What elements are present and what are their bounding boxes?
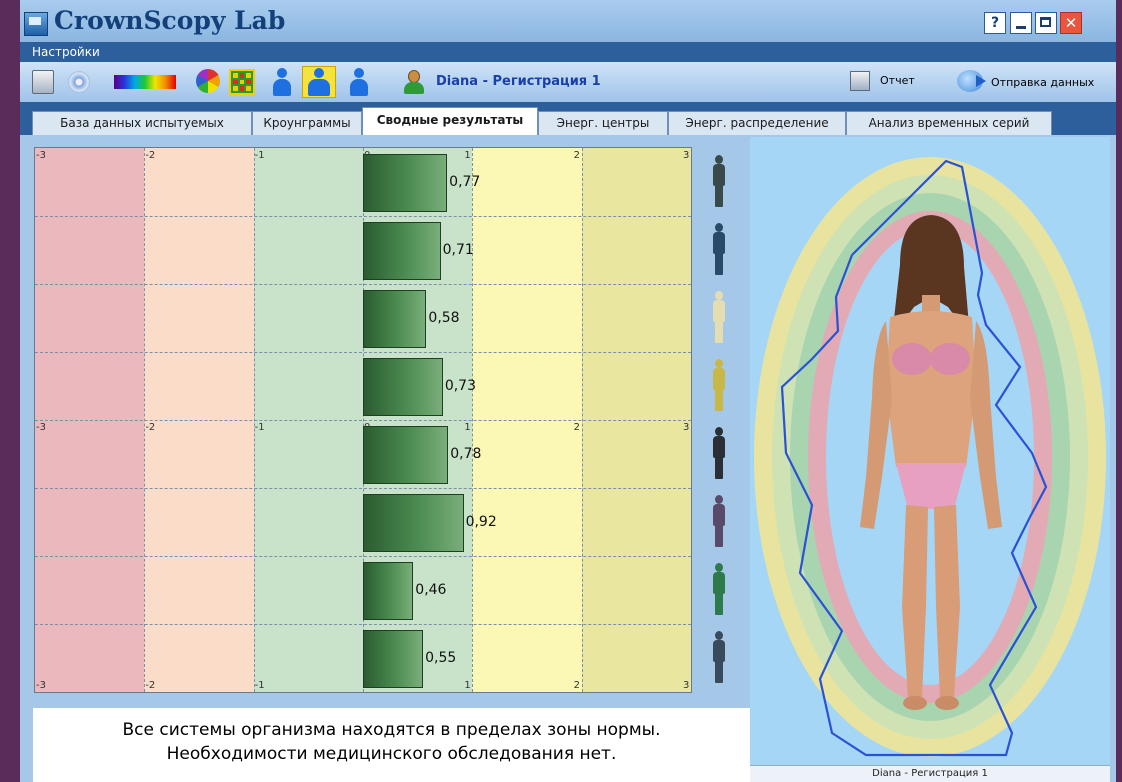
spectrum-icon[interactable] — [114, 75, 176, 89]
app-window: CrownScopy Lab ? ✕ Настройки Diana - Рег… — [20, 0, 1116, 782]
x-tick-label: 2 — [573, 422, 581, 433]
bar — [363, 426, 449, 484]
printer-icon — [850, 71, 870, 91]
close-button[interactable]: ✕ — [1060, 12, 1082, 34]
send-icon — [957, 70, 986, 92]
bar-value-label: 0,71 — [442, 242, 474, 258]
printer-icon[interactable] — [32, 70, 54, 94]
grid-line — [35, 624, 691, 625]
report-button[interactable]: Отчет — [846, 69, 930, 95]
bar-value-label: 0,78 — [450, 446, 482, 462]
bar-value-label: 0,46 — [415, 582, 447, 598]
x-tick-label: 3 — [683, 422, 690, 433]
x-tick-label: -3 — [36, 422, 46, 433]
maximize-button[interactable] — [1035, 12, 1057, 34]
minimize-button[interactable] — [1010, 12, 1032, 34]
x-tick-label: -3 — [36, 150, 46, 161]
person-icon[interactable] — [346, 67, 372, 97]
bar-value-label: 0,92 — [465, 514, 497, 530]
bar — [363, 494, 464, 552]
aura-panel — [750, 137, 1110, 765]
x-tick-label: 1 — [464, 150, 471, 161]
report-label: Отчет — [880, 74, 915, 87]
tab-time-series-analysis[interactable]: Анализ временных серий — [846, 111, 1052, 135]
user-label: Diana - Регистрация 1 — [436, 74, 601, 89]
disc-icon[interactable] — [68, 71, 90, 93]
lymphatic-system-icon[interactable] — [712, 563, 726, 615]
x-tick-label: 2 — [573, 680, 581, 691]
grid-line — [35, 352, 691, 353]
grid-line — [35, 216, 691, 217]
title-bar: CrownScopy Lab ? ✕ — [20, 0, 1116, 42]
x-tick-label: 3 — [683, 150, 690, 161]
toolbar: Diana - Регистрация 1 Отчет Отправка дан… — [20, 62, 1116, 102]
result-message: Все системы организма находятся в предел… — [33, 708, 750, 782]
cardiovascular-system-icon[interactable] — [712, 631, 726, 683]
aura-footer-label: Diana - Регистрация 1 — [750, 765, 1110, 782]
x-tick-label: 1 — [464, 422, 471, 433]
body-system-icon[interactable] — [712, 155, 726, 207]
summary-chart-area: -3-2-10123-3-2-10123-3-2-101230,770,710,… — [20, 135, 748, 707]
bar-value-label: 0,55 — [425, 650, 457, 666]
grid-icon[interactable] — [229, 69, 255, 95]
grid-line — [35, 284, 691, 285]
bar — [363, 222, 441, 280]
x-tick-label: -2 — [145, 422, 156, 433]
tab-energy-distribution[interactable]: Энерг. распределение — [668, 111, 846, 135]
x-tick-label: -1 — [254, 422, 265, 433]
x-tick-label: -3 — [36, 680, 46, 691]
person-group-icon[interactable] — [302, 66, 336, 98]
endocrine-system-icon[interactable] — [712, 359, 726, 411]
x-tick-label: 2 — [573, 150, 581, 161]
x-tick-label: -2 — [145, 150, 156, 161]
x-tick-label: -1 — [254, 150, 265, 161]
bar-value-label: 0,77 — [449, 174, 481, 190]
nervous-system-icon[interactable] — [712, 223, 726, 275]
x-tick-label: 3 — [683, 680, 690, 691]
person-icon[interactable] — [269, 67, 295, 97]
aura-figure — [754, 157, 1106, 757]
grid-line — [35, 556, 691, 557]
tab-summary-results[interactable]: Сводные результаты — [362, 107, 538, 135]
result-message-line2: Необходимости медицинского обследования … — [166, 744, 617, 764]
tab-energy-centers[interactable]: Энерг. центры — [538, 111, 668, 135]
color-wheel-icon[interactable] — [196, 69, 220, 93]
send-data-label: Отправка данных — [991, 76, 1095, 89]
grid-line — [35, 420, 691, 421]
tab-crowngrams[interactable]: Кроунграммы — [252, 111, 362, 135]
bar — [363, 290, 427, 348]
circulatory-system-icon[interactable] — [712, 495, 726, 547]
bar — [363, 630, 424, 688]
bar — [363, 154, 448, 212]
grid-line — [35, 488, 691, 489]
window-title: CrownScopy Lab — [54, 6, 286, 35]
app-icon — [24, 12, 48, 36]
bar-value-label: 0,58 — [428, 310, 460, 326]
skeletal-system-icon[interactable] — [712, 291, 726, 343]
menu-settings[interactable]: Настройки — [32, 45, 100, 59]
x-tick-label: -2 — [145, 680, 156, 691]
bar — [363, 358, 443, 416]
menu-bar: Настройки — [20, 42, 1116, 62]
bar — [363, 562, 414, 620]
x-tick-label: 1 — [464, 680, 471, 691]
tab-bar: База данных испытуемых Кроунграммы Сводн… — [20, 102, 1116, 135]
bar-value-label: 0,73 — [444, 378, 476, 394]
summary-bar-chart: -3-2-10123-3-2-10123-3-2-101230,770,710,… — [34, 147, 692, 693]
help-button[interactable]: ? — [984, 12, 1006, 34]
tab-subjects-database[interactable]: База данных испытуемых — [32, 111, 252, 135]
x-tick-label: -1 — [254, 680, 265, 691]
send-data-button[interactable]: Отправка данных — [957, 67, 1116, 97]
result-message-line1: Все системы организма находятся в предел… — [122, 720, 661, 740]
muscular-system-icon[interactable] — [712, 427, 726, 479]
user-icon[interactable] — [402, 69, 426, 95]
